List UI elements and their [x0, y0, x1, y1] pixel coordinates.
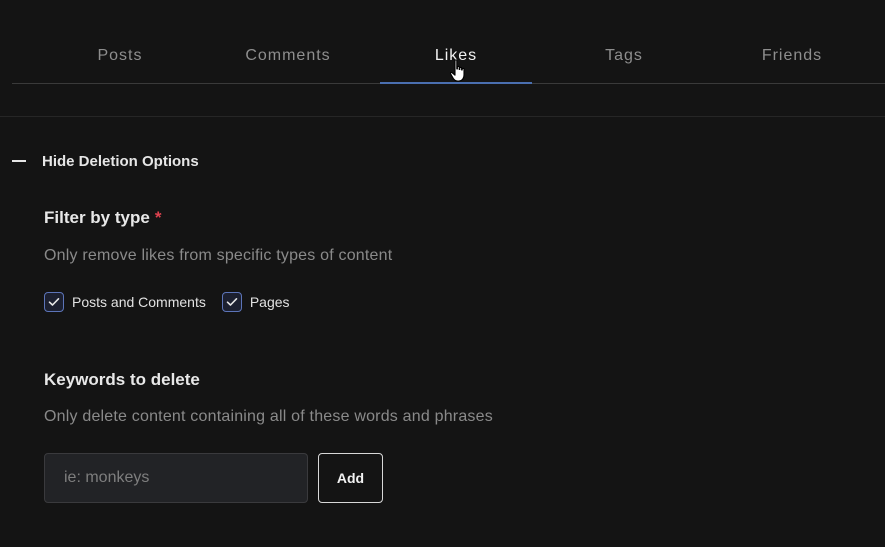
hand-cursor-icon: [449, 59, 465, 82]
filter-by-type-heading: Filter by type *: [44, 208, 161, 228]
page: Posts Comments Likes Tags Friends Hide D…: [0, 0, 885, 547]
tab-comments[interactable]: Comments: [202, 28, 374, 84]
pages-label: Pages: [249, 294, 290, 310]
section-divider: [0, 116, 885, 117]
tab-friends[interactable]: Friends: [706, 28, 878, 84]
checkmark-icon: [48, 298, 60, 306]
keywords-description: Only delete content containing all of th…: [44, 408, 493, 425]
posts-and-comments-label: Posts and Comments: [72, 294, 206, 310]
hide-deletion-options-toggle[interactable]: Hide Deletion Options: [12, 150, 199, 172]
add-keyword-button[interactable]: Add: [318, 453, 383, 503]
tab-tags[interactable]: Tags: [538, 28, 710, 84]
required-marker: *: [154, 208, 162, 227]
minus-icon: [12, 160, 26, 162]
option-posts-and-comments[interactable]: Posts and Comments: [44, 292, 206, 312]
keyword-input[interactable]: [44, 453, 308, 503]
posts-and-comments-checkbox[interactable]: [44, 292, 64, 312]
toggle-label: Hide Deletion Options: [42, 152, 199, 170]
checkmark-icon: [226, 298, 238, 306]
keywords-heading: Keywords to delete: [44, 370, 200, 389]
filter-description: Only remove likes from specific types of…: [44, 247, 393, 264]
filter-title-text: Filter by type: [44, 208, 150, 227]
tab-posts[interactable]: Posts: [34, 28, 206, 84]
type-filter-options: Posts and Comments Pages: [44, 292, 306, 312]
option-pages[interactable]: Pages: [221, 292, 290, 312]
pages-checkbox[interactable]: [221, 292, 242, 312]
